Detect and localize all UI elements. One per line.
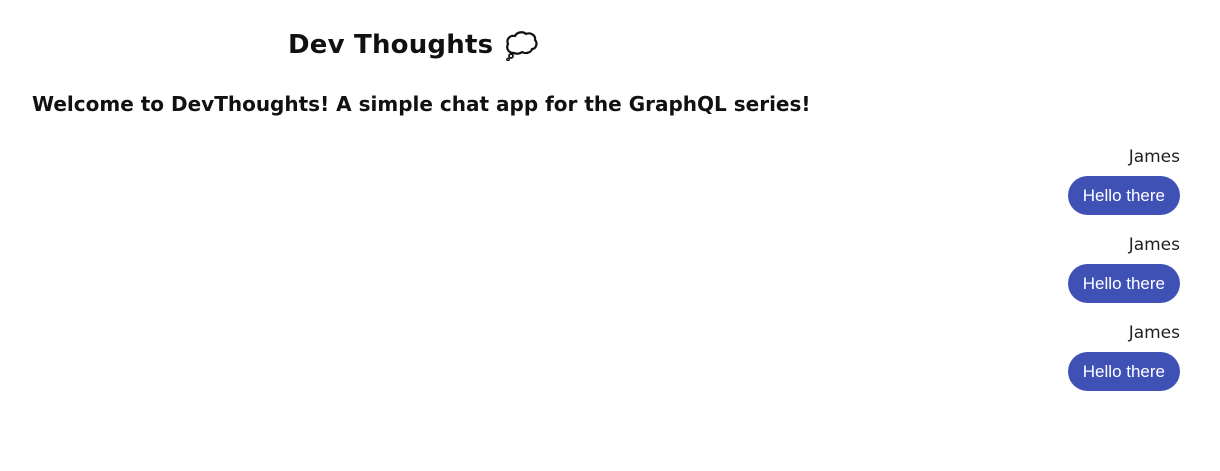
message-item: James Hello there — [780, 322, 1180, 391]
message-bubble: Hello there — [1067, 352, 1180, 391]
thought-balloon-icon — [505, 29, 539, 61]
message-item: James Hello there — [780, 234, 1180, 303]
app-header: Dev Thoughts — [288, 26, 539, 64]
chat-app: Dev Thoughts Welcome to DevThoughts! A s… — [0, 0, 1220, 471]
message-bubble: Hello there — [1067, 176, 1180, 215]
message-list: James Hello there James Hello there Jame… — [780, 146, 1180, 410]
message-item: James Hello there — [780, 146, 1180, 215]
message-sender: James — [1128, 323, 1180, 343]
app-title: Dev Thoughts — [288, 30, 494, 60]
message-sender: James — [1128, 235, 1180, 255]
message-bubble: Hello there — [1067, 264, 1180, 303]
message-sender: James — [1128, 147, 1180, 167]
welcome-message: Welcome to DevThoughts! A simple chat ap… — [32, 92, 811, 116]
